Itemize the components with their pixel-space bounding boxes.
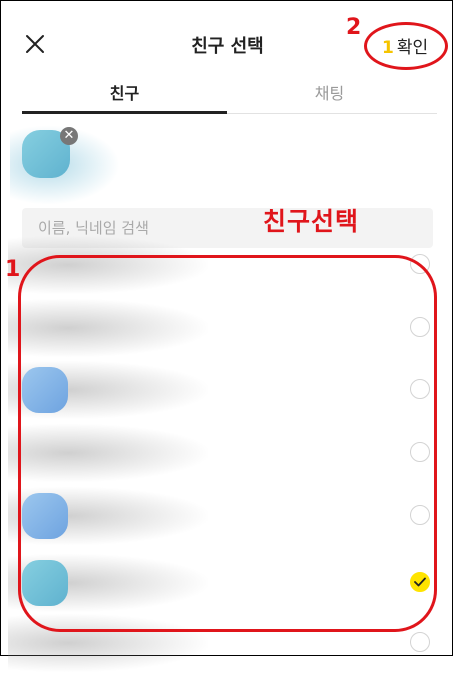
active-tab-indicator [22,111,227,114]
tab-chats[interactable]: 채팅 [227,80,432,104]
close-icon[interactable] [24,33,46,55]
annotation-box-friend-list [18,255,437,632]
annotation-select-friend: 친구선택 [263,207,360,236]
annotation-step-1: 1 [5,257,21,282]
remove-selected-icon[interactable]: ✕ [60,127,78,145]
annotation-circle-confirm [364,22,448,70]
tab-friends[interactable]: 친구 [22,80,227,104]
tab-bar: 친구 채팅 [22,80,437,114]
annotation-step-2: 2 [346,15,362,40]
checkbox-icon[interactable] [410,632,430,652]
